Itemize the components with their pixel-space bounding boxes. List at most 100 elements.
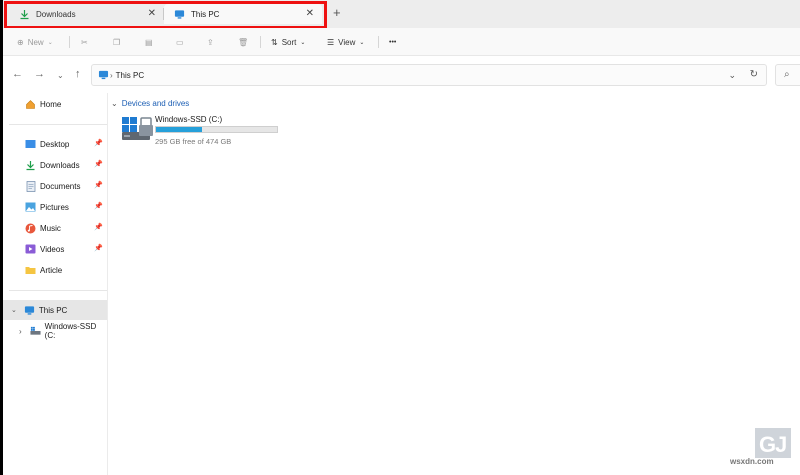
drive-usage-bar <box>155 126 278 133</box>
documents-icon <box>25 180 36 192</box>
refresh-icon[interactable]: ↻ <box>750 69 758 80</box>
copy-button[interactable]: ❐ <box>113 35 120 49</box>
new-tab-button[interactable]: + <box>333 6 341 20</box>
sort-icon: ⇅ <box>271 37 278 47</box>
sidebar-item-windows-ssd[interactable]: › Windows-SSD (C: <box>3 321 107 341</box>
group-header-devices[interactable]: ⌄ Devices and drives <box>111 99 189 108</box>
monitor-icon <box>174 9 185 20</box>
drive-usage-fill <box>156 127 202 132</box>
new-button[interactable]: ⊕ New ⌄ <box>17 35 53 49</box>
tab-this-pc[interactable]: This PC ✕ <box>164 4 322 24</box>
sidebar-item-desktop[interactable]: Desktop 📌 <box>3 134 107 154</box>
window-body: Downloads ✕ This PC ✕ + ⊕ New ⌄ ✂ ❐ ▤ ▭ … <box>3 0 800 475</box>
toolbar-divider <box>69 36 70 48</box>
sidebar-item-label: Downloads <box>40 160 80 170</box>
sidebar-divider <box>9 290 107 291</box>
drive-name: Windows-SSD (C:) <box>155 115 223 124</box>
chevron-right-icon[interactable]: › <box>19 327 22 336</box>
trash-icon: 🗑 <box>238 37 249 47</box>
address-row: ← → ⌄ ↑ › This PC ⌄ ↻ ⌕ <box>3 57 800 93</box>
view-icon: ☰ <box>327 37 335 47</box>
chevron-down-icon: ⌄ <box>300 39 306 46</box>
sidebar-item-label: This PC <box>38 305 68 315</box>
plus-circle-icon: ⊕ <box>17 37 24 47</box>
sidebar-item-videos[interactable]: Videos 📌 <box>3 239 107 259</box>
search-input[interactable]: ⌕ <box>775 64 800 86</box>
monitor-icon <box>98 70 109 82</box>
close-icon[interactable]: ✕ <box>148 8 156 19</box>
file-explorer-window: Downloads ✕ This PC ✕ + ⊕ New ⌄ ✂ ❐ ▤ ▭ … <box>3 0 800 475</box>
watermark-text: wsxdn.com <box>730 457 774 466</box>
group-header-label: Devices and drives <box>121 99 190 108</box>
navigation-pane: Home Desktop 📌 Downloads 📌 Documents 📌 P… <box>3 93 107 475</box>
sidebar-item-article[interactable]: Article <box>3 260 107 280</box>
tab-label: This PC <box>191 9 220 19</box>
sidebar-item-pictures[interactable]: Pictures 📌 <box>3 197 107 217</box>
svg-text:G: G <box>759 432 776 457</box>
breadcrumb[interactable]: This PC <box>116 71 144 80</box>
more-options-button[interactable]: ••• <box>389 35 396 49</box>
chevron-down-icon[interactable]: ⌄ <box>11 306 17 314</box>
sidebar-item-documents[interactable]: Documents 📌 <box>3 176 107 196</box>
close-icon[interactable]: ✕ <box>306 8 314 19</box>
more-icon: ••• <box>389 38 397 46</box>
sidebar-item-home[interactable]: Home <box>3 94 107 114</box>
command-bar: ⊕ New ⌄ ✂ ❐ ▤ ▭ ⇪ 🗑 ⇅ Sort ⌄ ☰ View ⌄ ••… <box>3 28 800 56</box>
sidebar-item-label: Pictures <box>40 202 69 212</box>
paste-icon: ▤ <box>145 37 153 47</box>
drive-icon <box>30 326 41 337</box>
desktop-icon <box>25 139 36 150</box>
sidebar-item-music[interactable]: Music 📌 <box>3 218 107 238</box>
pictures-icon <box>25 202 36 213</box>
search-icon: ⌕ <box>784 69 790 80</box>
chevron-down-icon[interactable]: ⌄ <box>728 70 736 81</box>
pin-icon: 📌 <box>94 182 103 189</box>
rename-button[interactable]: ▭ <box>176 35 184 49</box>
paste-button[interactable]: ▤ <box>145 35 153 49</box>
share-icon: ⇪ <box>207 37 214 47</box>
sidebar-item-label: Music <box>40 223 61 233</box>
recent-locations-chevron-icon[interactable]: ⌄ <box>57 70 64 82</box>
up-arrow-icon[interactable]: ↑ <box>75 68 81 80</box>
cut-button[interactable]: ✂ <box>81 35 88 49</box>
sidebar-item-downloads[interactable]: Downloads 📌 <box>3 155 107 175</box>
svg-text:J: J <box>775 432 787 457</box>
home-icon <box>25 99 36 110</box>
toolbar-divider <box>260 36 261 48</box>
pin-icon: 📌 <box>94 224 103 231</box>
pin-icon: 📌 <box>94 140 103 147</box>
chevron-down-icon: ⌄ <box>111 99 118 108</box>
sort-button[interactable]: ⇅ Sort ⌄ <box>271 35 305 49</box>
download-icon <box>19 9 30 20</box>
pin-icon: 📌 <box>94 245 103 252</box>
copy-icon: ❐ <box>113 37 121 47</box>
pin-icon: 📌 <box>94 161 103 168</box>
sidebar-item-label: Article <box>40 265 63 275</box>
tab-bar: Downloads ✕ This PC ✕ + <box>3 0 800 28</box>
drive-tile-windows-ssd[interactable]: Windows-SSD (C:) 295 GB free of 474 GB <box>121 113 291 147</box>
rename-icon: ▭ <box>176 37 184 47</box>
sidebar-item-label: Videos <box>40 244 65 254</box>
back-arrow-icon[interactable]: ← <box>12 68 23 80</box>
pane-divider[interactable] <box>107 93 108 475</box>
tab-downloads[interactable]: Downloads ✕ <box>9 4 164 24</box>
view-button[interactable]: ☰ View ⌄ <box>327 35 364 49</box>
sort-label: Sort <box>281 37 297 47</box>
delete-button[interactable]: 🗑 <box>238 35 248 49</box>
sidebar-item-label: Windows-SSD (C: <box>44 322 97 340</box>
drive-icon <box>121 114 153 142</box>
forward-arrow-icon[interactable]: → <box>34 68 45 80</box>
download-icon <box>25 160 36 171</box>
view-label: View <box>338 37 356 47</box>
share-button[interactable]: ⇪ <box>207 35 214 49</box>
sidebar-item-label: Documents <box>40 181 81 191</box>
address-bar[interactable]: › This PC ⌄ ↻ <box>91 64 767 86</box>
tab-label: Downloads <box>36 9 76 19</box>
folder-icon <box>25 265 36 276</box>
chevron-down-icon: ⌄ <box>47 39 53 46</box>
sidebar-item-label: Desktop <box>40 139 70 149</box>
pin-icon: 📌 <box>94 203 103 210</box>
sidebar-item-this-pc[interactable]: ⌄ This PC <box>3 300 107 320</box>
new-label: New <box>27 37 44 47</box>
scissors-icon: ✂ <box>81 37 88 47</box>
